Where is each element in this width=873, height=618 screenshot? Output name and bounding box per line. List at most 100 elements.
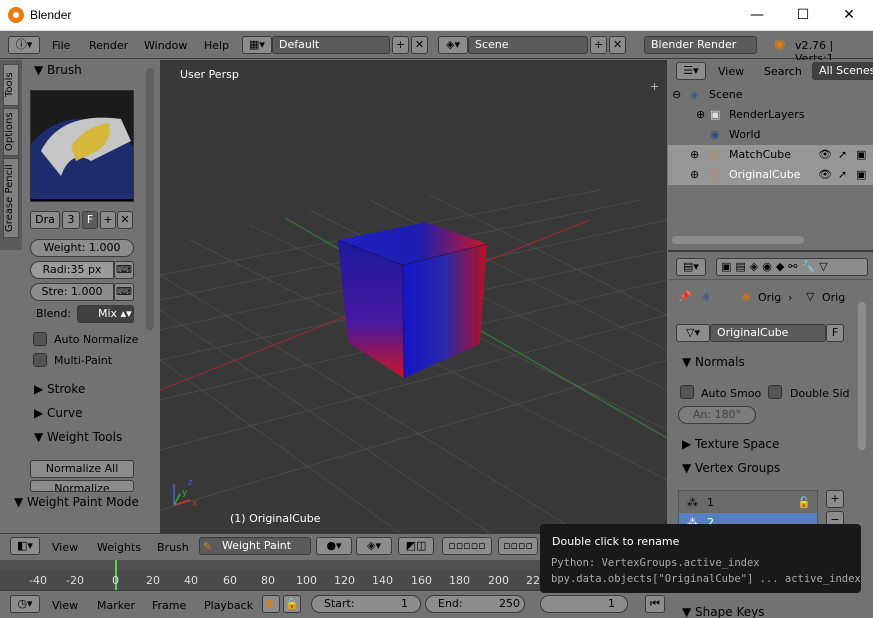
scene-browse-icon[interactable]: ◈▾ xyxy=(438,36,468,54)
weight-tools-panel-header[interactable]: ▼ Weight Tools xyxy=(34,430,122,444)
pivot-point-select[interactable]: ◈▾ xyxy=(356,537,392,555)
mesh-browse-icon[interactable]: ▽▾ xyxy=(676,324,710,342)
stroke-panel-header[interactable]: ▶ Stroke xyxy=(34,382,85,396)
viewport-menu-brush[interactable]: Brush xyxy=(157,541,189,554)
tab-grease-pencil[interactable]: Grease Pencil xyxy=(3,158,19,238)
auto-normalize-checkbox[interactable] xyxy=(33,332,47,346)
viewport-editor-type-icon[interactable]: ◧▾ xyxy=(10,537,40,555)
selectability-cursor-icon[interactable]: ➚ xyxy=(838,145,847,165)
pin-icon[interactable]: 📌 xyxy=(678,290,692,303)
weight-paint-mode-header[interactable]: ▼ Weight Paint Mode xyxy=(0,493,160,533)
brush-fake-user-toggle[interactable]: F xyxy=(82,211,98,229)
layout-browse-icon[interactable]: ▦▾ xyxy=(242,36,272,54)
close-button[interactable]: ✕ xyxy=(826,0,872,31)
properties-editor-type-icon[interactable]: ▤▾ xyxy=(676,258,706,276)
layout-name-field[interactable]: Default xyxy=(272,36,390,54)
layout-add-icon[interactable]: + xyxy=(392,36,409,54)
outliner-h-scrollbar[interactable] xyxy=(672,236,804,244)
visibility-eye-icon[interactable]: 👁 xyxy=(818,145,832,165)
layer-buttons-a[interactable]: ▫▫▫▫▫ xyxy=(442,537,492,555)
viewport-menu-weights[interactable]: Weights xyxy=(97,541,141,554)
vertex-groups-panel-header[interactable]: ▼ Vertex Groups xyxy=(682,461,780,475)
brush-name-field[interactable]: Dra xyxy=(30,211,60,229)
3d-viewport[interactable]: z y x User Persp (1) OriginalCube + xyxy=(160,60,667,533)
renderability-camera-icon[interactable]: ▣ xyxy=(856,165,866,185)
weight-slider[interactable]: Weight: 1.000 xyxy=(30,239,134,257)
layer-buttons-b[interactable]: ▫▫▫▫ xyxy=(498,537,538,555)
mask-toggles[interactable]: ◩◫ xyxy=(398,537,434,555)
viewport-add-region-icon[interactable]: + xyxy=(650,80,659,93)
renderability-camera-icon[interactable]: ▣ xyxy=(856,145,866,165)
outliner-menu-view[interactable]: View xyxy=(718,65,744,78)
properties-context-tabs[interactable]: ▣▤◈◉◆⚯🔧▽ xyxy=(716,258,868,276)
normals-panel-header[interactable]: ▼ Normals xyxy=(682,355,745,369)
menu-help[interactable]: Help xyxy=(204,39,229,52)
normalize-button[interactable]: Normalize xyxy=(30,480,134,492)
jump-to-start-icon[interactable]: ⏮ xyxy=(645,595,665,613)
outliner-menu-search[interactable]: Search xyxy=(764,65,802,78)
brush-users-count[interactable]: 3 xyxy=(62,211,80,229)
maximize-button[interactable]: ☐ xyxy=(780,0,826,31)
timeline-menu-playback[interactable]: Playback xyxy=(204,599,253,612)
timeline-menu-frame[interactable]: Frame xyxy=(152,599,186,612)
properties-scrollbar[interactable] xyxy=(858,302,866,450)
menu-file[interactable]: File xyxy=(52,39,70,52)
vertex-group-add-icon[interactable]: + xyxy=(826,490,844,508)
timeline-menu-view[interactable]: View xyxy=(52,599,78,612)
lock-icon[interactable]: 🔓 xyxy=(797,493,811,513)
visibility-eye-icon[interactable]: 👁 xyxy=(818,165,832,185)
current-frame-field[interactable]: 1 xyxy=(540,595,628,613)
outliner-row-world[interactable]: ◉ World xyxy=(668,125,873,145)
strength-slider[interactable]: Stre: 1.000 xyxy=(30,283,114,301)
blend-mode-select[interactable]: Mix ▴▾ xyxy=(77,305,134,323)
start-frame-field[interactable]: Start: 1 xyxy=(311,595,421,613)
auto-smooth-angle-field[interactable]: An: 180° xyxy=(678,406,756,424)
viewport-shading-select[interactable]: ●▾ xyxy=(316,537,352,555)
brush-add-icon[interactable]: + xyxy=(100,211,116,229)
keyframe-record-icon[interactable]: ◐ xyxy=(262,595,280,613)
outliner-row-matchcube[interactable]: ⊕ ▽ MatchCube 👁 ➚ ▣ xyxy=(668,145,873,165)
radius-slider[interactable]: Radi:35 px xyxy=(30,261,114,279)
auto-smooth-checkbox[interactable] xyxy=(680,385,694,399)
tab-tools[interactable]: Tools xyxy=(3,64,19,106)
mesh-fake-user-toggle[interactable]: F xyxy=(826,324,844,342)
vertex-group-row[interactable]: ⁂ 1 🔓 xyxy=(679,493,817,513)
outliner-filter-select[interactable]: All Scenes xyxy=(812,62,873,80)
lock-range-icon[interactable]: 🔒 xyxy=(283,595,301,613)
radius-pressure-icon[interactable]: ⌨ xyxy=(114,261,134,279)
timeline-editor-type-icon[interactable]: ◷▾ xyxy=(10,595,40,613)
menu-render[interactable]: Render xyxy=(89,39,128,52)
tab-options[interactable]: Options xyxy=(3,108,19,156)
outliner-row-originalcube[interactable]: ⊕ ▽ OriginalCube 👁 ➚ ▣ xyxy=(668,165,873,185)
interaction-mode-select[interactable]: Weight Paint xyxy=(199,537,311,555)
outliner-editor-type-icon[interactable]: ☰▾ xyxy=(676,62,706,80)
multi-paint-checkbox[interactable] xyxy=(33,353,47,367)
double-sided-label: Double Sid xyxy=(790,387,850,400)
shape-keys-panel-header[interactable]: ▼ Shape Keys xyxy=(682,605,764,618)
double-sided-checkbox[interactable] xyxy=(768,385,782,399)
menu-window[interactable]: Window xyxy=(144,39,187,52)
end-frame-field[interactable]: End: 250 xyxy=(425,595,525,613)
render-engine-select[interactable]: Blender Render xyxy=(644,36,757,54)
strength-pressure-icon[interactable]: ⌨ xyxy=(114,283,134,301)
brush-panel-header[interactable]: ▼ Brush xyxy=(34,63,82,77)
minimize-button[interactable]: — xyxy=(734,0,780,31)
scene-remove-icon[interactable]: ✕ xyxy=(609,36,626,54)
timeline-menu-marker[interactable]: Marker xyxy=(97,599,135,612)
texture-space-panel-header[interactable]: ▶ Texture Space xyxy=(682,437,779,451)
mesh-name-field[interactable]: OriginalCube xyxy=(710,324,826,342)
brush-remove-icon[interactable]: ✕ xyxy=(117,211,133,229)
normalize-all-button[interactable]: Normalize All xyxy=(30,460,134,478)
outliner-row-renderlayers[interactable]: ⊕ ▣ RenderLayers xyxy=(668,105,873,125)
scene-name-field[interactable]: Scene xyxy=(468,36,588,54)
curve-panel-header[interactable]: ▶ Curve xyxy=(34,406,82,420)
outliner-row-scene[interactable]: ⊖ ◈ Scene xyxy=(668,85,873,105)
weight-paint-mode-icon: ✎ xyxy=(203,540,213,553)
viewport-menu-view[interactable]: View xyxy=(52,541,78,554)
scene-add-icon[interactable]: + xyxy=(590,36,607,54)
brush-preview[interactable] xyxy=(19,90,143,243)
toolshelf-scrollbar[interactable] xyxy=(146,68,154,330)
selectability-cursor-icon[interactable]: ➚ xyxy=(838,165,847,185)
editor-type-info-icon[interactable]: ⓘ▾ xyxy=(8,36,40,54)
layout-remove-icon[interactable]: ✕ xyxy=(411,36,428,54)
